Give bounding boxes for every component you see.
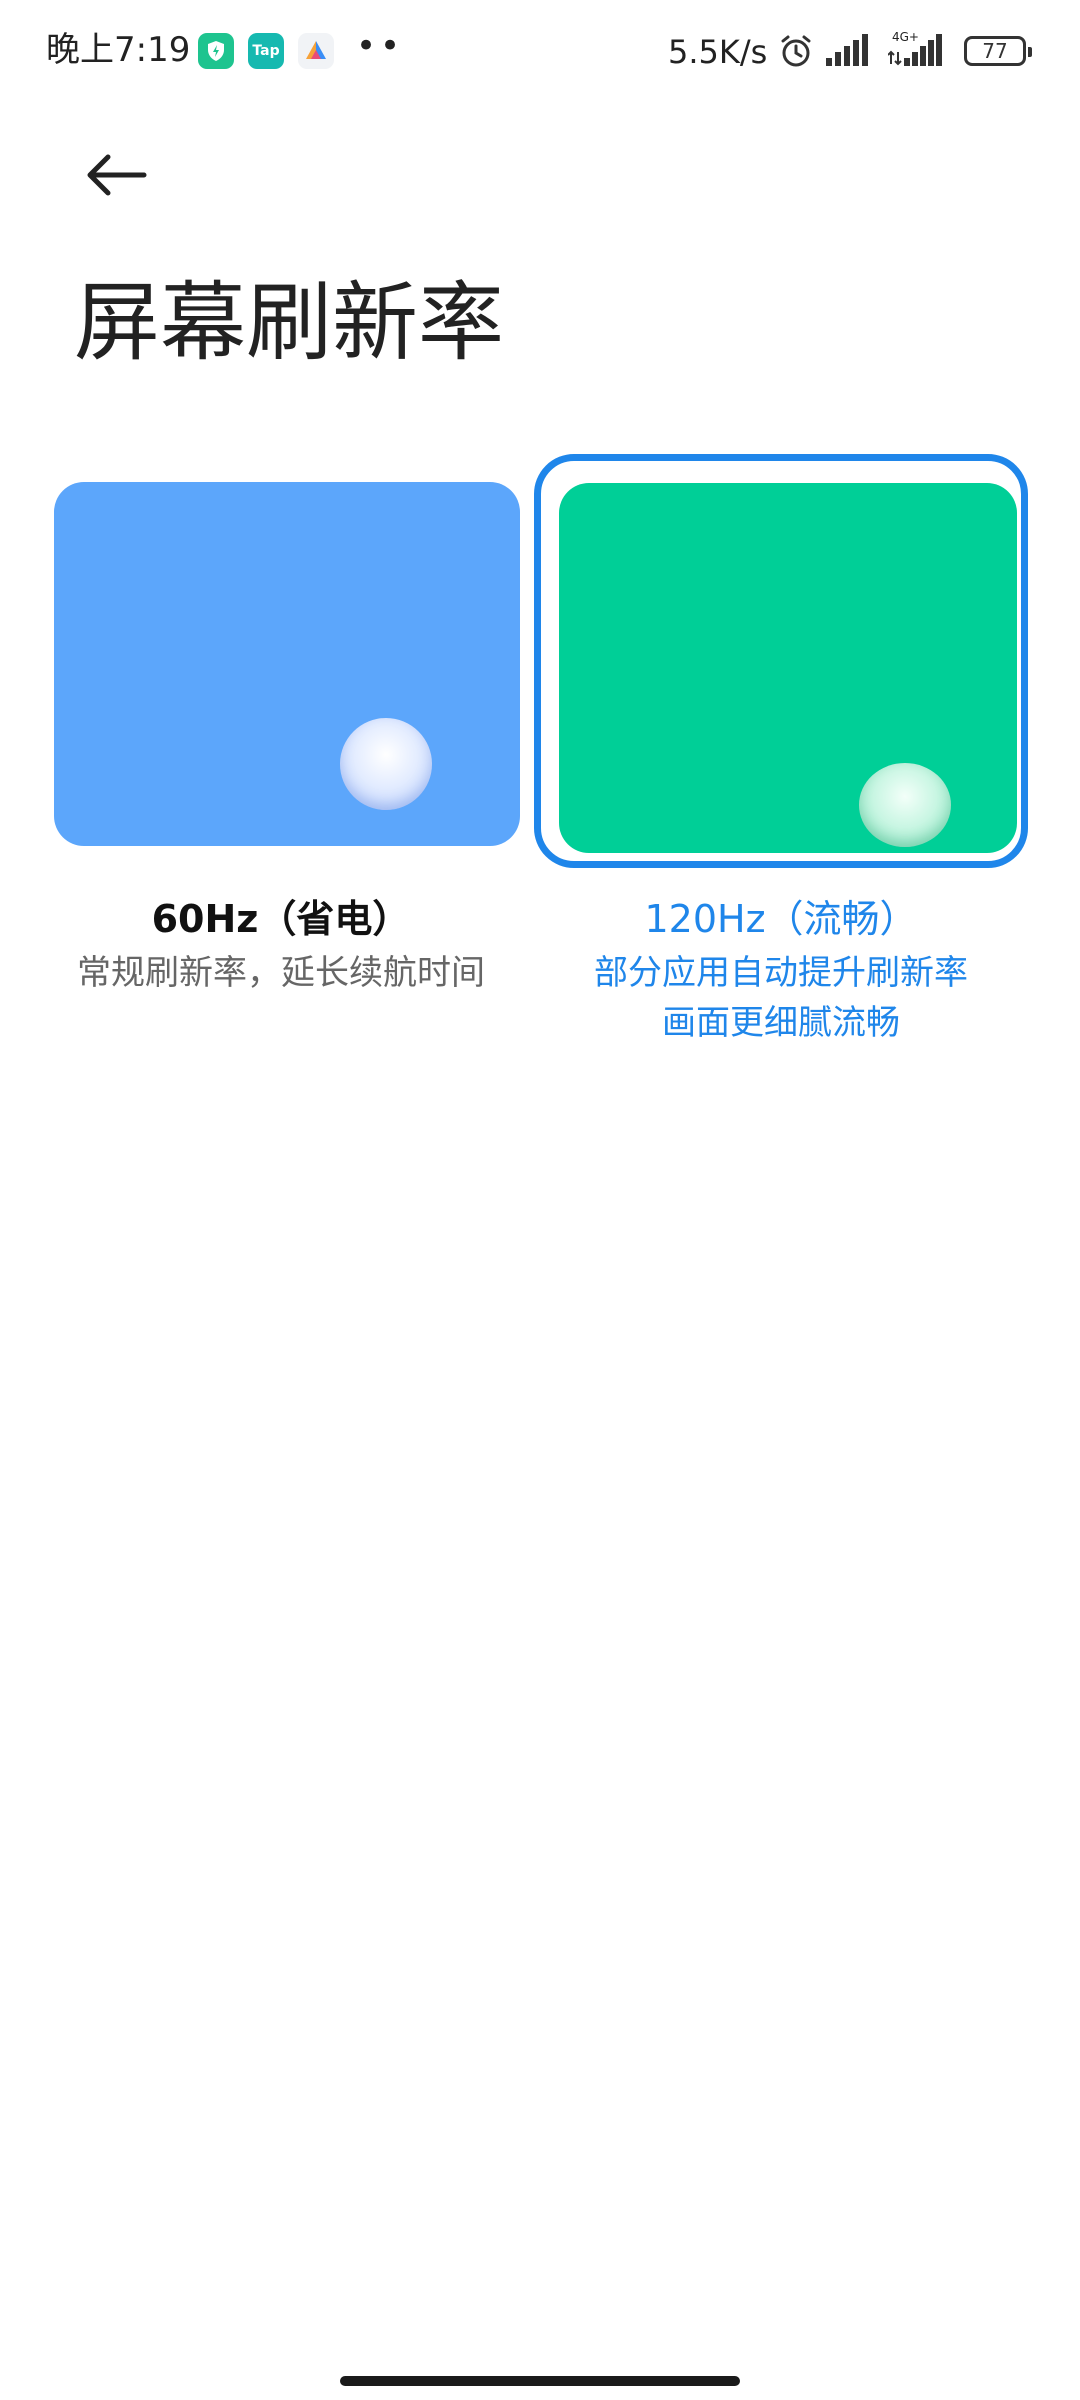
network-speed: 5.5K/s — [668, 33, 768, 71]
cell-signal-4g-icon — [887, 34, 944, 66]
option-frame-selected — [534, 454, 1028, 868]
option-desc-60hz: 常规刷新率，延长续航时间 — [77, 953, 485, 993]
shield-bolt-icon — [198, 33, 234, 69]
alarm-clock-icon — [778, 33, 814, 69]
option-label-120hz: 120Hz（流畅） — [644, 897, 918, 941]
status-bar: 晚上7:19 Tap •• 5.5K/s 4G+ 77 — [0, 0, 1080, 100]
preview-60hz — [54, 482, 520, 846]
page-title: 屏幕刷新率 — [74, 273, 504, 373]
preview-ball — [340, 718, 432, 810]
more-notifications-icon: •• — [356, 26, 405, 66]
triangle-app-icon — [298, 33, 334, 69]
back-button[interactable] — [76, 140, 156, 210]
option-frame — [34, 454, 528, 868]
option-desc-120hz-line1: 部分应用自动提升刷新率 — [594, 953, 968, 993]
arrow-left-icon — [87, 154, 147, 196]
option-desc-120hz-line2: 画面更细腻流畅 — [662, 1003, 900, 1043]
option-label-60hz: 60Hz（省电） — [151, 897, 411, 941]
home-indicator[interactable] — [340, 2376, 740, 2386]
status-time: 晚上7:19 — [46, 30, 191, 70]
battery-icon: 77 — [964, 36, 1032, 66]
taptap-icon: Tap — [248, 33, 284, 69]
preview-120hz — [559, 483, 1017, 853]
preview-ball — [859, 763, 951, 847]
cell-signal-icon — [826, 34, 870, 66]
